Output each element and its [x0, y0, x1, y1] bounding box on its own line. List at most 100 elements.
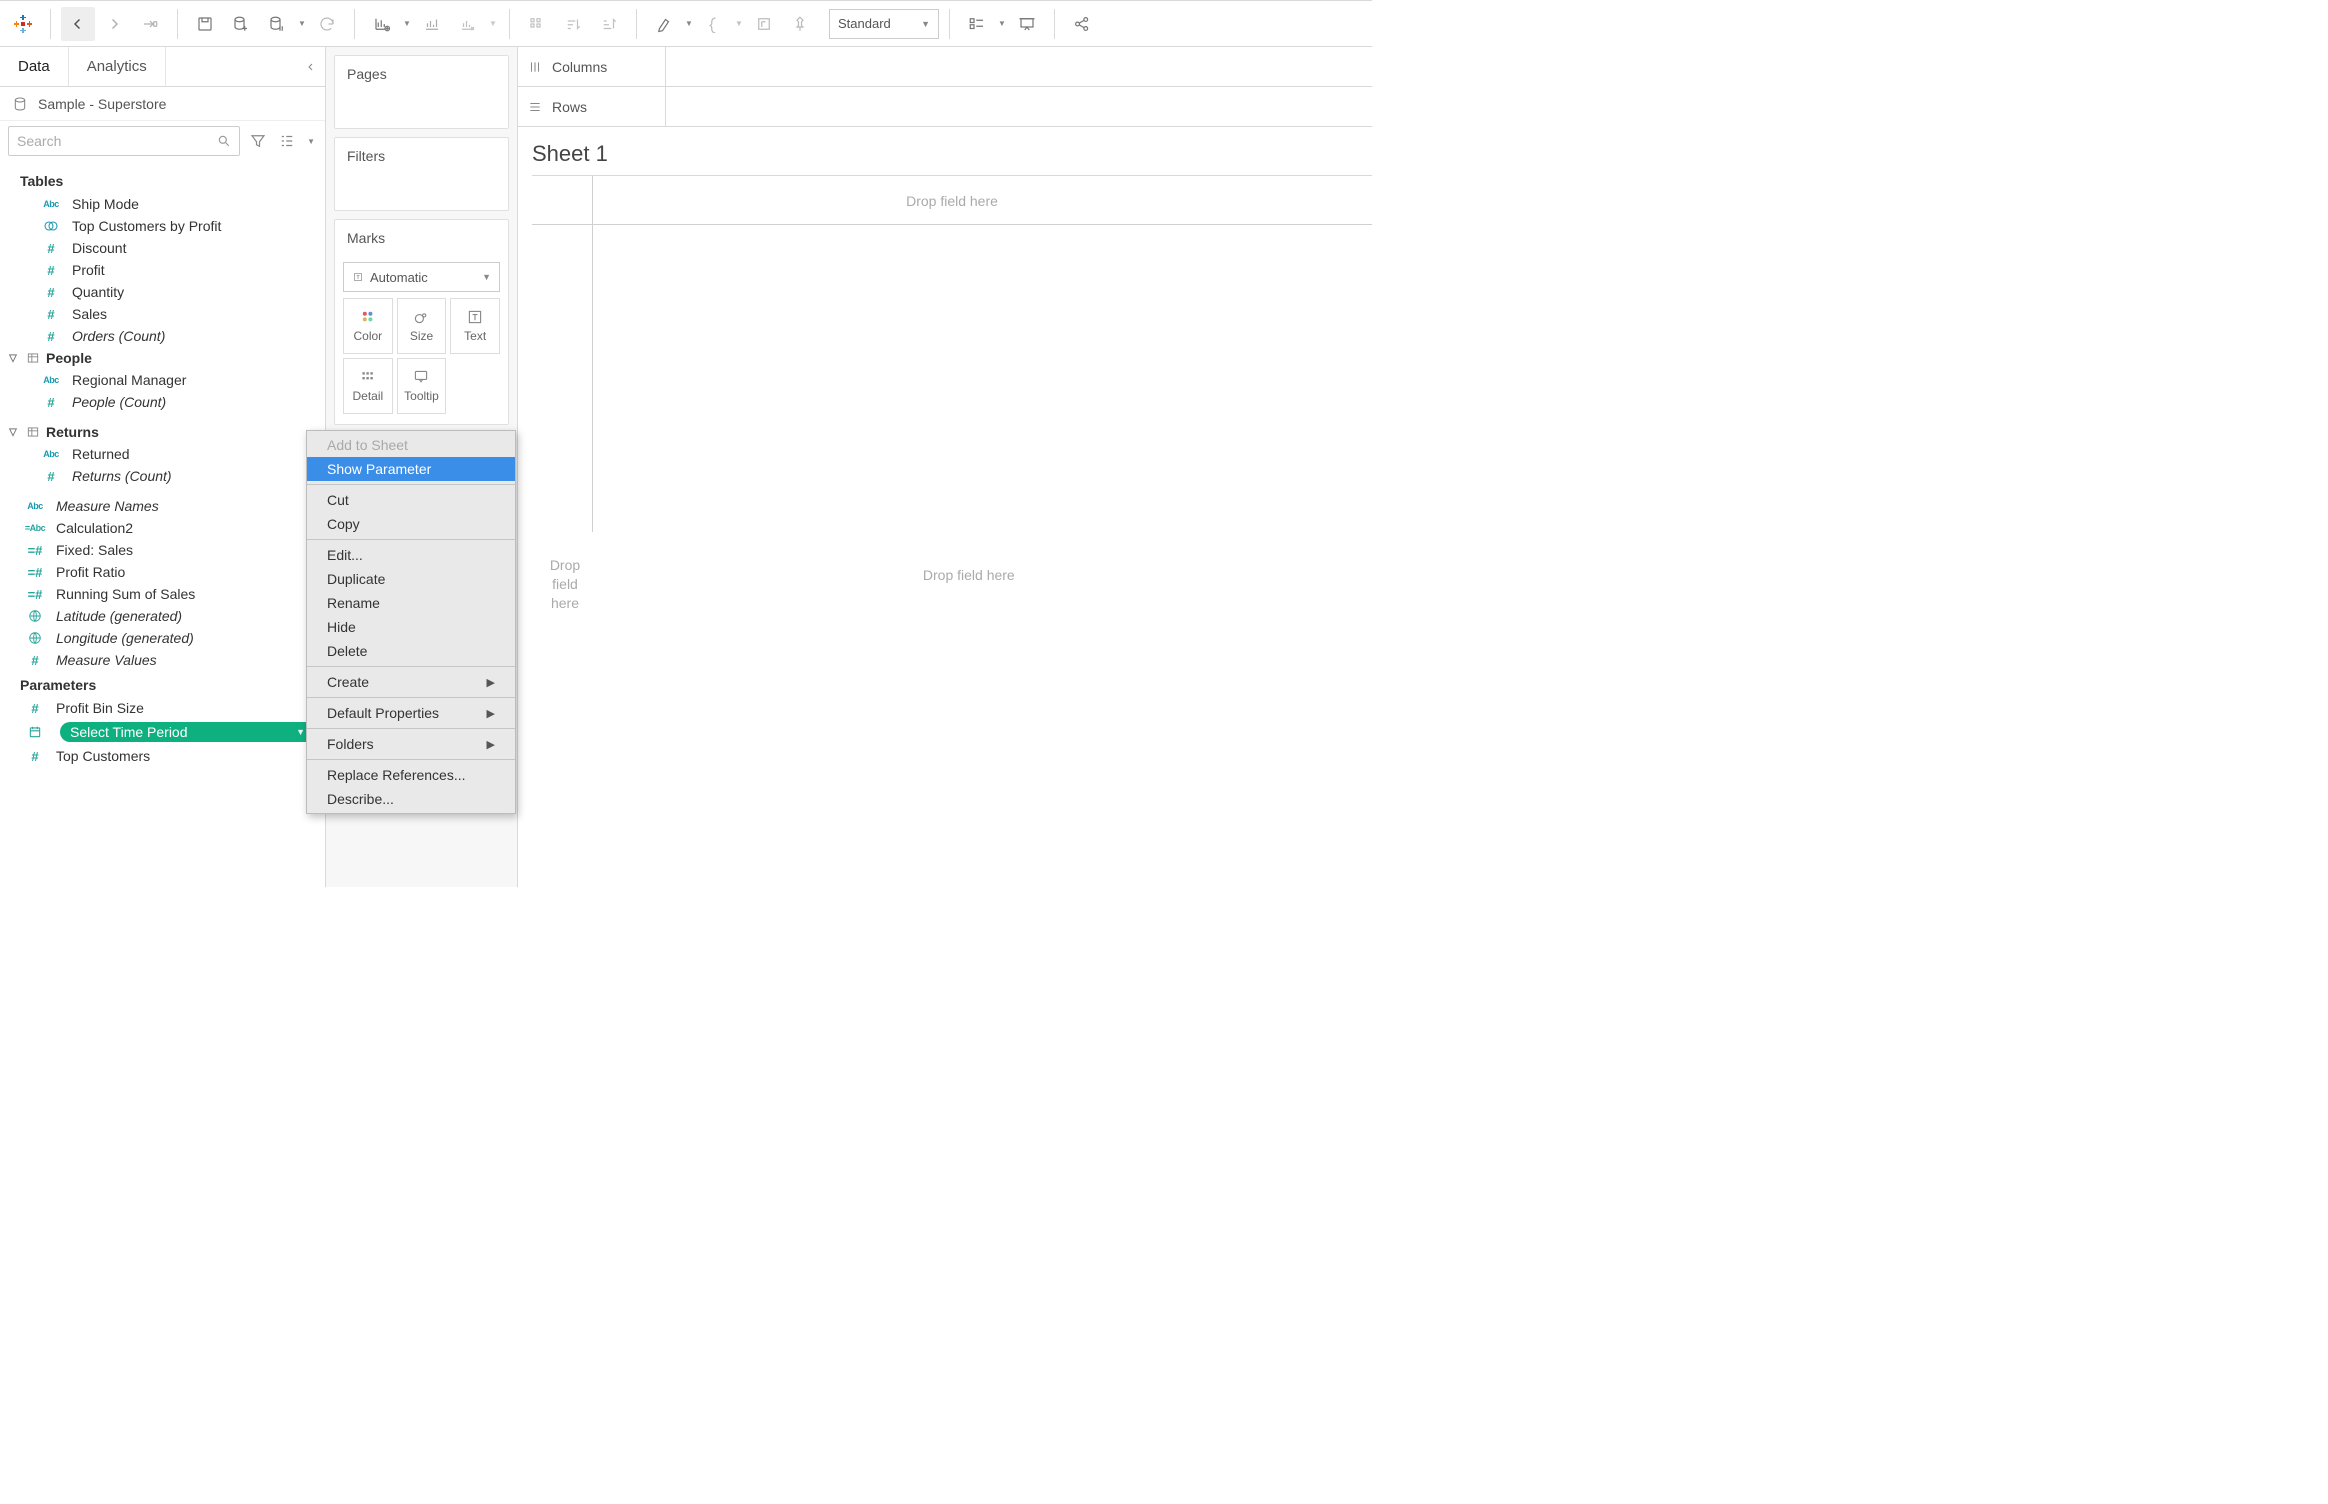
tableau-logo[interactable]	[6, 7, 40, 41]
ctx-label: Default Properties	[327, 705, 439, 721]
columns-shelf[interactable]: Columns	[518, 47, 1372, 87]
filters-card[interactable]: Filters	[334, 137, 509, 211]
swap-button[interactable]	[520, 7, 554, 41]
ctx-duplicate[interactable]: Duplicate	[307, 567, 515, 591]
ctx-folders[interactable]: Folders▶	[307, 732, 515, 756]
save-button[interactable]	[188, 7, 222, 41]
field-item[interactable]: Top Customers by Profit	[0, 215, 325, 237]
pause-dropdown-icon[interactable]: ▼	[296, 19, 308, 28]
revert-button[interactable]	[133, 7, 167, 41]
ctx-replace-references-[interactable]: Replace References...	[307, 763, 515, 787]
field-item[interactable]: #Profit Bin Size	[0, 697, 325, 719]
chevron-down-icon: ▽	[6, 427, 20, 438]
ctx-delete[interactable]: Delete	[307, 639, 515, 663]
filter-icon[interactable]	[246, 128, 270, 154]
field-item-selected[interactable]: Select Time Period▼	[0, 719, 325, 745]
group-returns[interactable]: ▽ Returns	[0, 421, 325, 443]
calc-hash-icon: =#	[24, 542, 46, 558]
field-label: Orders (Count)	[72, 328, 315, 344]
undo-button[interactable]	[61, 7, 95, 41]
clear-sheet-button[interactable]	[451, 7, 485, 41]
view-list-icon[interactable]	[276, 128, 300, 154]
sheet-title[interactable]: Sheet 1	[532, 137, 1372, 175]
hash-icon: #	[40, 262, 62, 278]
ctx-hide[interactable]: Hide	[307, 615, 515, 639]
sort-desc-button[interactable]	[592, 7, 626, 41]
field-item[interactable]: AbcRegional Manager	[0, 369, 325, 391]
ctx-show-parameter[interactable]: Show Parameter	[307, 457, 515, 481]
mark-color[interactable]: Color	[343, 298, 393, 354]
mark-text[interactable]: Text	[450, 298, 500, 354]
clear-dropdown-icon[interactable]: ▼	[487, 19, 499, 28]
highlight-dropdown-icon[interactable]: ▼	[683, 19, 695, 28]
new-worksheet-button[interactable]	[365, 7, 399, 41]
redo-button[interactable]	[97, 7, 131, 41]
abc-icon: Abc	[40, 372, 62, 388]
field-item[interactable]: =#Profit Ratio	[0, 561, 325, 583]
field-item[interactable]: #Returns (Count)	[0, 465, 325, 487]
group-button[interactable]	[697, 7, 731, 41]
ctx-create[interactable]: Create▶	[307, 670, 515, 694]
field-item[interactable]: #Profit	[0, 259, 325, 281]
presentation-mode-button[interactable]	[1010, 7, 1044, 41]
field-item[interactable]: #Top Customers	[0, 745, 325, 767]
pages-card[interactable]: Pages	[334, 55, 509, 129]
field-item[interactable]: =#Fixed: Sales	[0, 539, 325, 561]
field-item[interactable]: #People (Count)	[0, 391, 325, 413]
field-item[interactable]: #Orders (Count)	[0, 325, 325, 347]
fit-selector[interactable]: Standard ▼	[829, 9, 939, 39]
pin-button[interactable]	[783, 7, 817, 41]
rows-shelf[interactable]: Rows	[518, 87, 1372, 127]
ctx-default-properties[interactable]: Default Properties▶	[307, 701, 515, 725]
canvas: Columns Rows Sheet 1 Drop field here Dro…	[518, 47, 1372, 887]
ctx-describe-[interactable]: Describe...	[307, 787, 515, 811]
collapse-panel-icon[interactable]	[297, 47, 325, 86]
ctx-edit-[interactable]: Edit...	[307, 543, 515, 567]
group-dropdown-icon[interactable]: ▼	[733, 19, 745, 28]
refresh-button[interactable]	[310, 7, 344, 41]
tab-data[interactable]: Data	[0, 47, 69, 86]
sort-asc-button[interactable]	[556, 7, 590, 41]
pages-label: Pages	[335, 56, 508, 92]
worksheet-dropdown-icon[interactable]: ▼	[401, 19, 413, 28]
show-me-button[interactable]	[960, 7, 994, 41]
rows-icon	[528, 100, 542, 114]
pause-auto-updates-button[interactable]	[260, 7, 294, 41]
group-people[interactable]: ▽ People	[0, 347, 325, 369]
field-item[interactable]: Longitude (generated)	[0, 627, 325, 649]
share-button[interactable]	[1065, 7, 1099, 41]
field-item[interactable]: AbcShip Mode	[0, 193, 325, 215]
drop-hint-left: Drop field here	[540, 556, 590, 613]
field-item[interactable]: Latitude (generated)	[0, 605, 325, 627]
hash-icon: #	[40, 306, 62, 322]
field-item[interactable]: =#Running Sum of Sales	[0, 583, 325, 605]
view-dropdown-icon[interactable]: ▼	[305, 137, 317, 146]
ctx-copy[interactable]: Copy	[307, 512, 515, 536]
mark-tooltip[interactable]: Tooltip	[397, 358, 447, 414]
field-item[interactable]: #Sales	[0, 303, 325, 325]
ctx-add-to-sheet: Add to Sheet	[307, 433, 515, 457]
field-item[interactable]: AbcMeasure Names	[0, 495, 325, 517]
field-item[interactable]: #Quantity	[0, 281, 325, 303]
field-item[interactable]: AbcReturned	[0, 443, 325, 465]
field-item[interactable]: #Measure Values	[0, 649, 325, 671]
showme-dropdown-icon[interactable]: ▼	[996, 19, 1008, 28]
tab-analytics[interactable]: Analytics	[69, 47, 166, 86]
view-drop-zone[interactable]: Drop field here Drop field here Drop fie…	[532, 175, 1372, 887]
ctx-label: Duplicate	[327, 571, 385, 587]
ctx-rename[interactable]: Rename	[307, 591, 515, 615]
parameters-header: Parameters	[0, 671, 325, 697]
mark-size[interactable]: Size	[397, 298, 447, 354]
duplicate-sheet-button[interactable]	[415, 7, 449, 41]
new-datasource-button[interactable]	[224, 7, 258, 41]
field-item[interactable]: =AbcCalculation2	[0, 517, 325, 539]
highlight-button[interactable]	[647, 7, 681, 41]
mark-detail[interactable]: Detail	[343, 358, 393, 414]
datasource-row[interactable]: Sample - Superstore	[0, 87, 325, 121]
field-item[interactable]: #Discount	[0, 237, 325, 259]
ctx-cut[interactable]: Cut	[307, 488, 515, 512]
marks-type-selector[interactable]: Automatic ▼	[343, 262, 500, 292]
search-input[interactable]: Search	[8, 126, 240, 156]
show-labels-button[interactable]	[747, 7, 781, 41]
field-label: Quantity	[72, 284, 315, 300]
